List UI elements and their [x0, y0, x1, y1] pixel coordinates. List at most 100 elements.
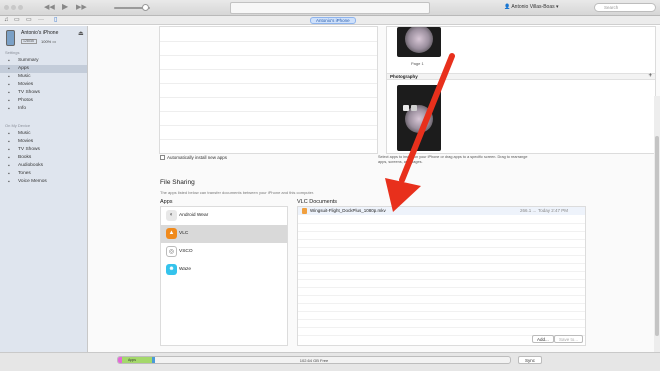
wallpaper-glow [405, 27, 433, 53]
sidebar-item-movies[interactable]: ▪ Movies [0, 81, 87, 89]
file-sharing-apps-list: ◐ Android Wear ▲ VLC ◎ VSCO ☻ Waze [160, 206, 288, 346]
row-divider [160, 139, 377, 140]
add-document-button[interactable]: Add... [532, 335, 554, 343]
sidebar-item-summary[interactable]: ▪ Summary [0, 57, 87, 65]
row-divider [160, 41, 377, 42]
search-input[interactable]: Search [594, 3, 656, 12]
account-name: Antonio Villas-Boas [511, 4, 555, 10]
sidebar-item-label: Summary [18, 58, 39, 63]
play-icon[interactable]: ▶ [62, 3, 68, 11]
row-divider [298, 223, 585, 224]
volume-knob[interactable] [142, 4, 149, 11]
add-screen-icon[interactable]: + [648, 73, 652, 79]
sidebar-item-label: Tones [18, 171, 31, 176]
document-name: Wingsuit-Flight_DockPlus_1080p.mkv [310, 208, 386, 213]
home-screen-page[interactable] [397, 85, 441, 151]
row-divider [298, 231, 585, 232]
row-divider [298, 279, 585, 280]
sidebar-device-item-voice-memos[interactable]: ▪ Voice Memos [0, 178, 87, 186]
storage-bar: Apps 102.64 GB Free [117, 356, 511, 364]
on-my-device-header: On My Device [5, 123, 31, 128]
save-to-button[interactable]: Save to... [554, 335, 584, 343]
sidebar-item-label: Movies [18, 139, 34, 144]
install-hint: Select apps to install on your iPhone or… [378, 155, 528, 164]
file-sharing-app-android-wear[interactable]: ◐ Android Wear [161, 207, 287, 225]
itunes-window: ◀◀ ▶ ▶▶ 👤 Antonio Villas-Boas ▾ ⌕ Search… [0, 0, 660, 371]
device-pill[interactable]: Antonio's iPhone [310, 17, 356, 24]
file-sharing-description: The apps listed below can transfer docum… [160, 190, 315, 195]
document-row[interactable]: Wingsuit-Flight_DockPlus_1080p.mkv 266.1… [298, 207, 585, 215]
wallpaper-glow [405, 105, 433, 133]
minimize-window-button[interactable] [11, 5, 16, 10]
app-name: Waze [179, 267, 192, 272]
apps-icon: ▪ [8, 66, 10, 72]
row-divider [298, 247, 585, 248]
row-divider [298, 255, 585, 256]
sidebar-item-label: Voice Memos [18, 179, 47, 184]
device-thumbnail [6, 30, 15, 46]
sidebar-device-item-audiobooks[interactable]: ▪ Audiobooks [0, 162, 87, 170]
photography-group-header: Photography + [387, 73, 655, 80]
tv-icon: ▪ [8, 147, 10, 153]
app-install-list[interactable] [159, 26, 378, 154]
sidebar-item-label: TV Shows [18, 147, 40, 152]
sidebar-item-label: Apps [18, 66, 29, 71]
android-wear-app-icon: ◐ [166, 210, 177, 221]
row-divider [298, 239, 585, 240]
sync-button[interactable]: Sync [518, 356, 542, 364]
account-menu[interactable]: 👤 Antonio Villas-Boas ▾ [504, 4, 559, 10]
sidebar-item-label: Info [18, 106, 27, 111]
sidebar-item-label: Music [18, 74, 31, 79]
sidebar-device-item-tones[interactable]: ▪ Tones [0, 170, 87, 178]
close-window-button[interactable] [4, 5, 9, 10]
settings-header: Settings [5, 50, 20, 55]
row-divider [298, 287, 585, 288]
toolbar: ◀◀ ▶ ▶▶ 👤 Antonio Villas-Boas ▾ ⌕ Search [0, 0, 660, 16]
sidebar-item-photos[interactable]: ▪ Photos [0, 97, 87, 105]
zoom-window-button[interactable] [18, 5, 23, 10]
vlc-file-icon [302, 208, 307, 214]
sidebar-device-item-books[interactable]: ▪ Books [0, 154, 87, 162]
eject-icon[interactable]: ⏏ [78, 30, 84, 37]
device-name[interactable]: Antonio's iPhone [21, 30, 58, 36]
home-screen-page[interactable] [397, 27, 441, 57]
previous-track-icon[interactable]: ◀◀ [44, 4, 55, 12]
file-sharing-app-waze[interactable]: ☻ Waze [161, 261, 287, 279]
movies-icon: ▪ [8, 139, 10, 145]
document-date: Today 2:47 PM [538, 208, 569, 213]
app-name: Android Wear [179, 213, 209, 218]
sidebar-item-label: Music [18, 131, 31, 136]
sidebar-item-info[interactable]: ▪ Info [0, 105, 87, 113]
music-icon: ▪ [8, 131, 10, 137]
scrollbar[interactable] [654, 96, 660, 352]
auto-install-checkbox[interactable]: Automatically install new apps [160, 155, 227, 161]
home-screens-panel[interactable]: Page 1 Photography + [386, 26, 656, 154]
row-divider [160, 125, 377, 126]
checkbox[interactable] [160, 155, 165, 161]
tv-icon[interactable]: ▭ [26, 17, 32, 24]
scrollbar-thumb[interactable] [655, 136, 659, 336]
row-divider [298, 319, 585, 320]
sidebar-item-apps[interactable]: ▪ Apps [0, 65, 87, 73]
sidebar-device-item-tv-shows[interactable]: ▪ TV Shows [0, 146, 87, 154]
audiobooks-icon: ▪ [8, 163, 10, 169]
summary-icon: ▪ [8, 58, 10, 64]
lcd-display [230, 2, 430, 14]
sidebar-item-music[interactable]: ▪ Music [0, 73, 87, 81]
device-icon[interactable]: ▯ [54, 17, 57, 24]
movies-icon[interactable]: ▭ [14, 17, 20, 24]
documents-header: VLC Documents [297, 199, 338, 205]
sidebar-device-item-movies[interactable]: ▪ Movies [0, 138, 87, 146]
file-sharing-app-vsco[interactable]: ◎ VSCO [161, 243, 287, 261]
music-icon[interactable]: ♫ [4, 17, 9, 24]
file-sharing-app-vlc[interactable]: ▲ VLC [161, 225, 287, 243]
next-track-icon[interactable]: ▶▶ [76, 4, 87, 12]
row-divider [298, 303, 585, 304]
sidebar-item-label: Photos [18, 98, 33, 103]
books-icon: ▪ [8, 155, 10, 161]
sidebar-device-item-music[interactable]: ▪ Music [0, 130, 87, 138]
row-divider [160, 69, 377, 70]
more-icon[interactable]: ··· [38, 17, 44, 24]
row-divider [160, 111, 377, 112]
sidebar-item-tv-shows[interactable]: ▪ TV Shows [0, 89, 87, 97]
